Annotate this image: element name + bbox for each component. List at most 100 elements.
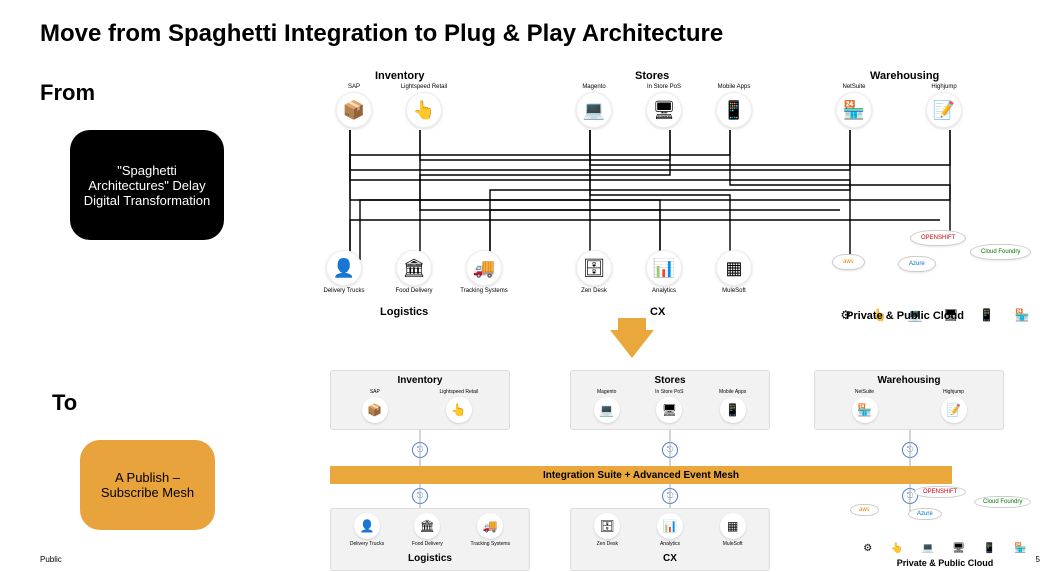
- touch-icon: 👆: [406, 92, 442, 128]
- footer-classification: Public: [40, 555, 62, 564]
- system-label: Zen Desk: [570, 288, 618, 294]
- building-icon: 🏪: [836, 92, 872, 128]
- bank-icon: 🏛: [414, 513, 440, 539]
- cloud-platforms: OPENSHIFT aws Azure Cloud Foundry ⚙ 👆 💻 …: [830, 234, 1040, 314]
- register-icon: 🖥: [656, 397, 682, 423]
- mini-label: Lightspeed Retail: [440, 389, 479, 395]
- system-sap: SAP 📦: [330, 84, 378, 128]
- system-label: NetSuite: [830, 84, 878, 90]
- mini-label: Tracking Systems: [471, 541, 511, 547]
- form-icon: 📝: [926, 92, 962, 128]
- card-warehousing: Warehousing NetSuite🏪 Highjump📝: [814, 370, 1004, 430]
- card-stores: Stores Magento 💻 In Store PoS 🖥 Mobile App…: [570, 370, 770, 430]
- system-label: Highjump: [920, 84, 968, 90]
- system-label: Lightspeed Retail: [400, 84, 448, 90]
- card-cx: 🗄Zen Desk 📊Analytics ▦ MuleSoft CX: [570, 508, 770, 571]
- mini-delivery: 👤Delivery Trucks: [350, 513, 384, 549]
- to-label: To: [52, 390, 77, 416]
- mini-magento: Magento 💻: [594, 389, 620, 423]
- mini-netsuite: NetSuite🏪: [852, 389, 878, 423]
- mini-label: Delivery Trucks: [350, 541, 384, 547]
- cloud-openshift: OPENSHIFT: [910, 230, 966, 246]
- mini-zendesk: 🗄Zen Desk: [594, 513, 620, 549]
- spaghetti-diagram: Inventory Stores Warehousing SAP 📦 Light…: [290, 70, 1040, 320]
- system-label: Magento: [570, 84, 618, 90]
- bank-icon: 🏛: [396, 250, 432, 286]
- page-title: Move from Spaghetti Integration to Plug …: [40, 20, 723, 48]
- group-label-logistics: Logistics: [380, 306, 428, 318]
- mini-highjump: Highjump📝: [941, 389, 967, 423]
- system-analytics: 📊 Analytics: [640, 250, 688, 296]
- system-mulesoft: ▦ MuleSoft: [710, 250, 758, 296]
- group-label-inventory: Inventory: [375, 70, 425, 82]
- register-icon: 🖥: [646, 92, 682, 128]
- card-title: CX: [579, 553, 761, 564]
- mini-sap: SAP 📦: [362, 389, 388, 423]
- card-title: Warehousing: [823, 375, 995, 386]
- mini-label: Zen Desk: [594, 541, 620, 547]
- chart-icon: 📊: [646, 250, 682, 286]
- system-pos: In Store PoS 🖥: [640, 84, 688, 128]
- mini-icon: ⚙: [863, 543, 872, 554]
- cloud-foundry: Cloud Foundry: [970, 244, 1031, 260]
- cloud-azure: Azure: [898, 256, 936, 272]
- mini-icon: 🏪: [1015, 308, 1030, 322]
- system-netsuite: NetSuite 🏪: [830, 84, 878, 128]
- cloud-platforms-bottom: OPENSHIFT aws Azure Cloud Foundry ⚙ 👆 💻 …: [850, 488, 1040, 568]
- mini-label: MuleSoft: [720, 541, 746, 547]
- cloud-mini-icons: ⚙ 👆 💻 🖥 📱 🏪: [854, 543, 1036, 554]
- mini-icon: 💻: [921, 543, 933, 554]
- pubsub-callout: A Publish – Subscribe Mesh: [80, 440, 215, 530]
- bus-lines: [330, 430, 1030, 470]
- phone-icon: 📱: [720, 397, 746, 423]
- system-magento: Magento 💻: [570, 84, 618, 128]
- mini-label: Magento: [594, 389, 620, 395]
- system-zendesk: 🗄 Zen Desk: [570, 250, 618, 296]
- grid-icon: ▦: [716, 250, 752, 286]
- system-mobile: Mobile Apps 📱: [710, 84, 758, 128]
- mini-label: Analytics: [657, 541, 683, 547]
- truck-icon: 🚚: [466, 250, 502, 286]
- mini-label: Food Delivery: [412, 541, 443, 547]
- person-icon: 👤: [326, 250, 362, 286]
- grid-icon: ▦: [720, 513, 746, 539]
- box-icon: 📦: [362, 397, 388, 423]
- mini-tracking: 🚚Tracking Systems: [471, 513, 511, 549]
- system-label: Food Delivery: [390, 288, 438, 294]
- card-title: Stores: [579, 375, 761, 386]
- mini-icon: 👆: [891, 543, 903, 554]
- cloud-openshift: OPENSHIFT: [914, 486, 966, 498]
- system-label: Delivery Trucks: [320, 288, 368, 294]
- system-tracking: 🚚 Tracking Systems: [460, 250, 508, 296]
- cloud-aws: aws: [850, 504, 879, 516]
- system-label: In Store PoS: [640, 84, 688, 90]
- cloud-azure: Azure: [908, 508, 942, 520]
- form-icon: 📝: [941, 397, 967, 423]
- mini-pos: In Store PoS 🖥: [655, 389, 683, 423]
- group-label-cloud: Private & Public Cloud: [850, 558, 1040, 568]
- mini-mobile: Mobile Apps📱: [719, 389, 746, 423]
- down-arrow-icon: [610, 330, 654, 358]
- mini-label: SAP: [362, 389, 388, 395]
- system-label: SAP: [330, 84, 378, 90]
- mini-label: NetSuite: [852, 389, 878, 395]
- mini-label: In Store PoS: [655, 389, 683, 395]
- mini-icon: 🖥: [952, 543, 965, 554]
- mini-analytics: 📊Analytics: [657, 513, 683, 549]
- spaghetti-callout: "Spaghetti Architectures" Delay Digital …: [70, 130, 224, 240]
- pubsub-diagram: Inventory SAP 📦 Lightspeed Retail 👆 Stor…: [330, 370, 1040, 570]
- mini-mulesoft: ▦ MuleSoft: [720, 513, 746, 549]
- mini-icon: 📱: [983, 543, 995, 554]
- system-lightspeed: Lightspeed Retail 👆: [400, 84, 448, 128]
- mini-food: 🏛 Food Delivery: [412, 513, 443, 549]
- card-title: Inventory: [339, 375, 501, 386]
- laptop-icon: 💻: [594, 397, 620, 423]
- card-inventory: Inventory SAP 📦 Lightspeed Retail 👆: [330, 370, 510, 430]
- group-label-warehousing: Warehousing: [870, 70, 939, 82]
- box-icon: 📦: [336, 92, 372, 128]
- phone-icon: 📱: [716, 92, 752, 128]
- system-delivery-trucks: 👤 Delivery Trucks: [320, 250, 368, 296]
- system-label: Mobile Apps: [710, 84, 758, 90]
- database-icon: 🗄: [576, 250, 612, 286]
- system-highjump: Highjump 📝: [920, 84, 968, 128]
